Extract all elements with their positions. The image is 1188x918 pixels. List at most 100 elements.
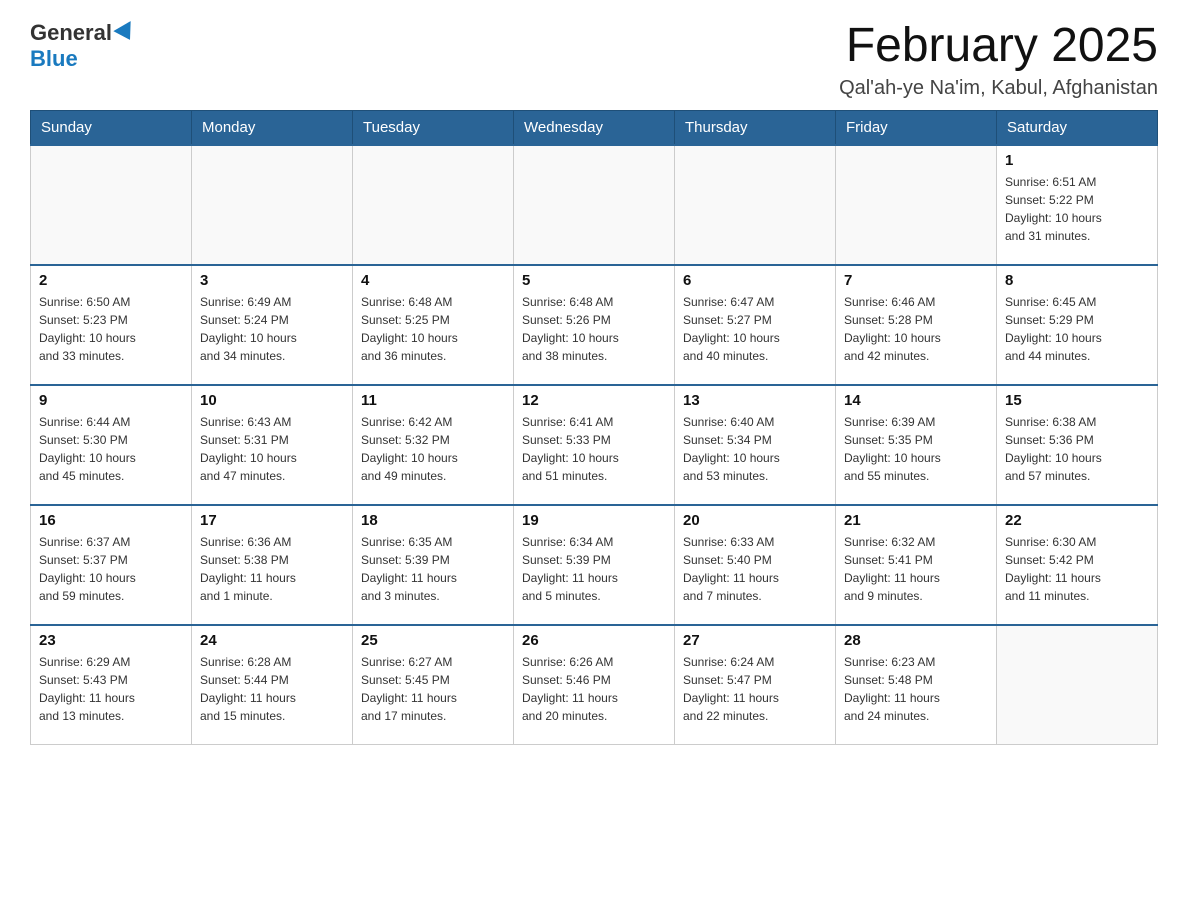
- day-of-week-header: Monday: [192, 110, 353, 145]
- calendar-day-cell: 6 Sunrise: 6:47 AM Sunset: 5:27 PM Daylig…: [675, 265, 836, 385]
- title-section: February 2025 Qal'ah-ye Na'im, Kabul, Af…: [839, 20, 1158, 100]
- day-number: 26: [522, 632, 666, 649]
- calendar-day-cell: [353, 145, 514, 265]
- calendar-day-cell: 8Sunrise: 6:45 AM Sunset: 5:29 PM Daylig…: [997, 265, 1158, 385]
- day-of-week-header: Friday: [836, 110, 997, 145]
- day-number: 25: [361, 632, 505, 649]
- calendar-day-cell: 13 Sunrise: 6:40 AM Sunset: 5:34 PM Dayli…: [675, 385, 836, 505]
- day-info: Sunrise: 6:36 AM Sunset: 5:38 PM Dayligh…: [200, 533, 344, 605]
- calendar-location: Qal'ah-ye Na'im, Kabul, Afghanistan: [839, 77, 1158, 100]
- day-number: 8: [1005, 272, 1149, 289]
- calendar-day-cell: 14Sunrise: 6:39 AM Sunset: 5:35 PM Dayli…: [836, 385, 997, 505]
- calendar-day-cell: 25 Sunrise: 6:27 AM Sunset: 5:45 PM Dayli…: [353, 625, 514, 745]
- calendar-week-row: 9Sunrise: 6:44 AM Sunset: 5:30 PM Daylig…: [31, 385, 1158, 505]
- page-header: General Blue February 2025 Qal'ah-ye Na'…: [30, 20, 1158, 100]
- day-info: Sunrise: 6:27 AM Sunset: 5:45 PM Dayligh…: [361, 653, 505, 725]
- day-info: Sunrise: 6:38 AM Sunset: 5:36 PM Dayligh…: [1005, 413, 1149, 485]
- day-info: Sunrise: 6:41 AM Sunset: 5:33 PM Dayligh…: [522, 413, 666, 485]
- day-number: 27: [683, 632, 827, 649]
- calendar-day-cell: 26 Sunrise: 6:26 AM Sunset: 5:46 PM Dayli…: [514, 625, 675, 745]
- day-info: Sunrise: 6:37 AM Sunset: 5:37 PM Dayligh…: [39, 533, 183, 605]
- calendar-day-cell: 10Sunrise: 6:43 AM Sunset: 5:31 PM Dayli…: [192, 385, 353, 505]
- calendar-day-cell: 4 Sunrise: 6:48 AM Sunset: 5:25 PM Daylig…: [353, 265, 514, 385]
- calendar-week-row: 2 Sunrise: 6:50 AM Sunset: 5:23 PM Daylig…: [31, 265, 1158, 385]
- day-number: 20: [683, 512, 827, 529]
- day-info: Sunrise: 6:35 AM Sunset: 5:39 PM Dayligh…: [361, 533, 505, 605]
- calendar-day-cell: 1 Sunrise: 6:51 AM Sunset: 5:22 PM Daylig…: [997, 145, 1158, 265]
- day-info: Sunrise: 6:50 AM Sunset: 5:23 PM Dayligh…: [39, 293, 183, 365]
- calendar-day-cell: 27 Sunrise: 6:24 AM Sunset: 5:47 PM Dayli…: [675, 625, 836, 745]
- day-number: 21: [844, 512, 988, 529]
- day-info: Sunrise: 6:46 AM Sunset: 5:28 PM Dayligh…: [844, 293, 988, 365]
- day-number: 24: [200, 632, 344, 649]
- day-info: Sunrise: 6:48 AM Sunset: 5:25 PM Dayligh…: [361, 293, 505, 365]
- day-info: Sunrise: 6:39 AM Sunset: 5:35 PM Dayligh…: [844, 413, 988, 485]
- calendar-day-cell: 7 Sunrise: 6:46 AM Sunset: 5:28 PM Daylig…: [836, 265, 997, 385]
- day-number: 6: [683, 272, 827, 289]
- day-info: Sunrise: 6:40 AM Sunset: 5:34 PM Dayligh…: [683, 413, 827, 485]
- calendar-day-cell: 18 Sunrise: 6:35 AM Sunset: 5:39 PM Dayli…: [353, 505, 514, 625]
- day-of-week-header: Sunday: [31, 110, 192, 145]
- day-number: 15: [1005, 392, 1149, 409]
- calendar-day-cell: [31, 145, 192, 265]
- logo: General Blue: [30, 20, 136, 72]
- day-number: 1: [1005, 152, 1149, 169]
- day-number: 13: [683, 392, 827, 409]
- calendar-day-cell: 17 Sunrise: 6:36 AM Sunset: 5:38 PM Dayli…: [192, 505, 353, 625]
- day-number: 17: [200, 512, 344, 529]
- logo-general-text: General: [30, 20, 112, 46]
- day-number: 9: [39, 392, 183, 409]
- day-info: Sunrise: 6:33 AM Sunset: 5:40 PM Dayligh…: [683, 533, 827, 605]
- day-info: Sunrise: 6:43 AM Sunset: 5:31 PM Dayligh…: [200, 413, 344, 485]
- day-number: 19: [522, 512, 666, 529]
- day-info: Sunrise: 6:51 AM Sunset: 5:22 PM Dayligh…: [1005, 173, 1149, 245]
- calendar-day-cell: 19 Sunrise: 6:34 AM Sunset: 5:39 PM Dayli…: [514, 505, 675, 625]
- day-info: Sunrise: 6:49 AM Sunset: 5:24 PM Dayligh…: [200, 293, 344, 365]
- calendar-day-cell: 21Sunrise: 6:32 AM Sunset: 5:41 PM Dayli…: [836, 505, 997, 625]
- day-info: Sunrise: 6:34 AM Sunset: 5:39 PM Dayligh…: [522, 533, 666, 605]
- calendar-day-cell: 2 Sunrise: 6:50 AM Sunset: 5:23 PM Daylig…: [31, 265, 192, 385]
- calendar-day-cell: 23Sunrise: 6:29 AM Sunset: 5:43 PM Dayli…: [31, 625, 192, 745]
- day-number: 28: [844, 632, 988, 649]
- calendar-day-cell: 20 Sunrise: 6:33 AM Sunset: 5:40 PM Dayli…: [675, 505, 836, 625]
- logo-triangle-icon: [113, 21, 138, 45]
- calendar-day-cell: 24 Sunrise: 6:28 AM Sunset: 5:44 PM Dayli…: [192, 625, 353, 745]
- day-number: 3: [200, 272, 344, 289]
- calendar-day-cell: 11Sunrise: 6:42 AM Sunset: 5:32 PM Dayli…: [353, 385, 514, 505]
- day-number: 2: [39, 272, 183, 289]
- calendar-day-cell: [514, 145, 675, 265]
- day-of-week-header: Saturday: [997, 110, 1158, 145]
- logo-blue-text: Blue: [30, 46, 78, 72]
- day-number: 16: [39, 512, 183, 529]
- day-info: Sunrise: 6:47 AM Sunset: 5:27 PM Dayligh…: [683, 293, 827, 365]
- calendar-day-cell: 3 Sunrise: 6:49 AM Sunset: 5:24 PM Daylig…: [192, 265, 353, 385]
- calendar-day-cell: 5 Sunrise: 6:48 AM Sunset: 5:26 PM Daylig…: [514, 265, 675, 385]
- day-info: Sunrise: 6:48 AM Sunset: 5:26 PM Dayligh…: [522, 293, 666, 365]
- calendar-day-cell: [997, 625, 1158, 745]
- day-info: Sunrise: 6:24 AM Sunset: 5:47 PM Dayligh…: [683, 653, 827, 725]
- calendar-week-row: 23Sunrise: 6:29 AM Sunset: 5:43 PM Dayli…: [31, 625, 1158, 745]
- day-info: Sunrise: 6:30 AM Sunset: 5:42 PM Dayligh…: [1005, 533, 1149, 605]
- calendar-day-cell: [675, 145, 836, 265]
- day-number: 22: [1005, 512, 1149, 529]
- calendar-day-cell: 28 Sunrise: 6:23 AM Sunset: 5:48 PM Dayli…: [836, 625, 997, 745]
- day-number: 5: [522, 272, 666, 289]
- day-info: Sunrise: 6:28 AM Sunset: 5:44 PM Dayligh…: [200, 653, 344, 725]
- day-of-week-header: Thursday: [675, 110, 836, 145]
- calendar-day-cell: 15 Sunrise: 6:38 AM Sunset: 5:36 PM Dayli…: [997, 385, 1158, 505]
- calendar-day-cell: 9Sunrise: 6:44 AM Sunset: 5:30 PM Daylig…: [31, 385, 192, 505]
- calendar-week-row: 16 Sunrise: 6:37 AM Sunset: 5:37 PM Dayli…: [31, 505, 1158, 625]
- day-number: 4: [361, 272, 505, 289]
- calendar-day-cell: 12 Sunrise: 6:41 AM Sunset: 5:33 PM Dayli…: [514, 385, 675, 505]
- calendar-day-cell: [192, 145, 353, 265]
- calendar-day-cell: [836, 145, 997, 265]
- calendar-day-cell: 16 Sunrise: 6:37 AM Sunset: 5:37 PM Dayli…: [31, 505, 192, 625]
- day-info: Sunrise: 6:26 AM Sunset: 5:46 PM Dayligh…: [522, 653, 666, 725]
- day-number: 7: [844, 272, 988, 289]
- calendar-header-row: SundayMondayTuesdayWednesdayThursdayFrid…: [31, 110, 1158, 145]
- day-info: Sunrise: 6:23 AM Sunset: 5:48 PM Dayligh…: [844, 653, 988, 725]
- calendar-table: SundayMondayTuesdayWednesdayThursdayFrid…: [30, 110, 1158, 746]
- day-number: 12: [522, 392, 666, 409]
- day-number: 23: [39, 632, 183, 649]
- day-number: 18: [361, 512, 505, 529]
